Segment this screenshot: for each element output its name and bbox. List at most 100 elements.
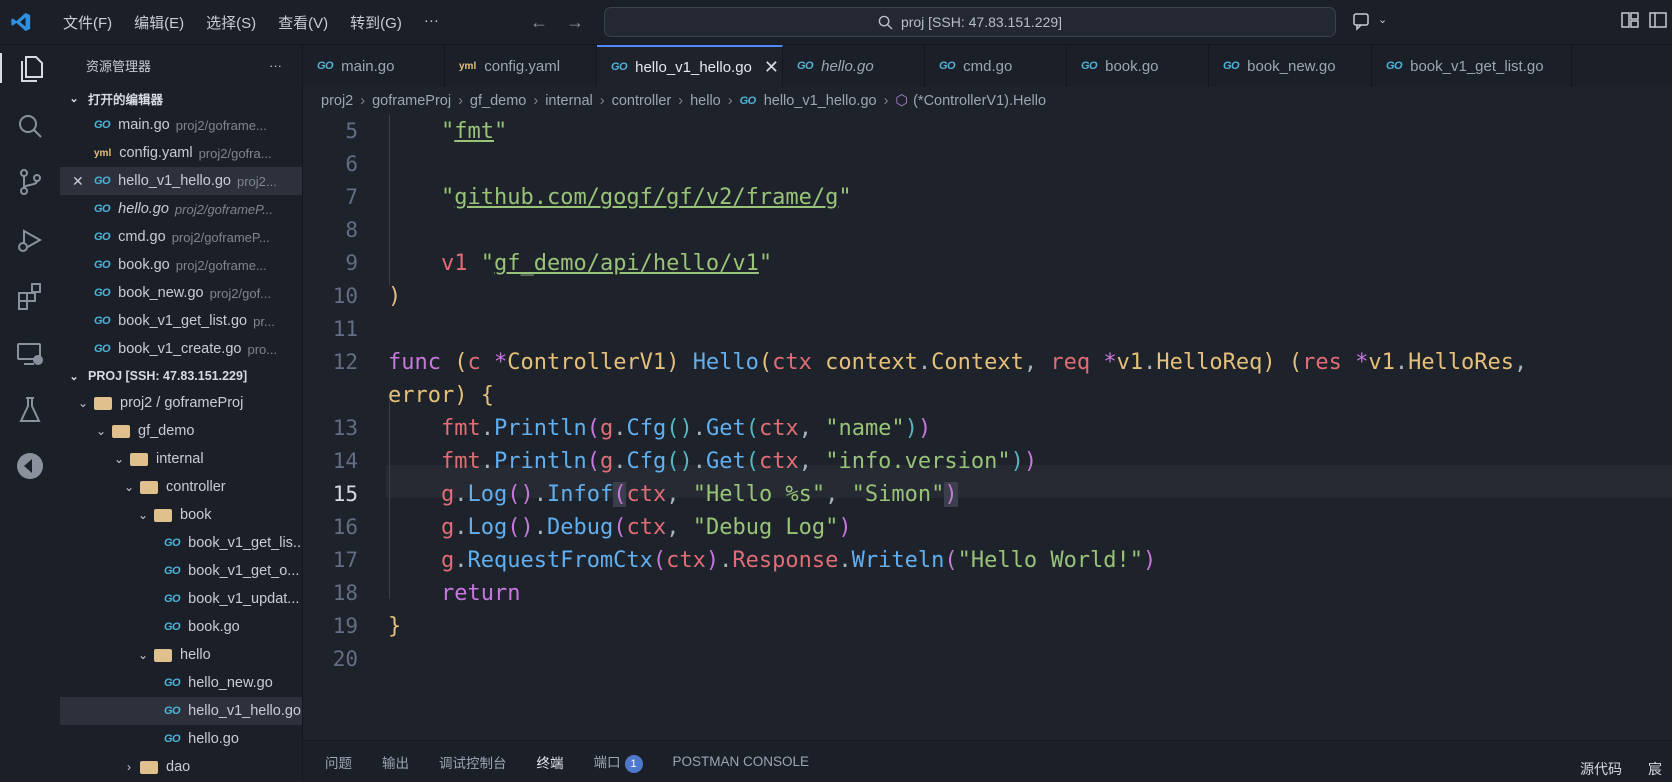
- tab-main-go[interactable]: GO main.go: [303, 45, 445, 87]
- code-editor[interactable]: 5 6 7 8 9 10 11 12 13 14 15 16 17 18 19 20 "fmt" "githu…: [303, 115, 1672, 740]
- line-number: 18: [332, 581, 358, 605]
- go-file-icon: GO: [164, 537, 181, 549]
- menu-more[interactable]: ···: [413, 12, 450, 33]
- source-control-icon[interactable]: [15, 167, 45, 197]
- breadcrumb-item[interactable]: controller: [612, 93, 672, 109]
- code-line-7: "github.com/gogf/gf/v2/frame/g": [440, 185, 852, 210]
- open-editor-item[interactable]: GO book_v1_get_list.go pr...: [60, 307, 302, 335]
- tree-folder[interactable]: ⌄ internal: [60, 445, 302, 473]
- tree-item-label: book_v1_get_lis...: [188, 535, 302, 551]
- tree-file[interactable]: GO book_v1_updat...: [60, 585, 302, 613]
- breadcrumb-item[interactable]: proj2: [321, 93, 353, 109]
- open-editor-item[interactable]: ✕ GO hello_v1_hello.go proj2...: [60, 167, 302, 195]
- command-center-label: proj [SSH: 47.83.151.229]: [900, 14, 1063, 30]
- nav-arrows: ←→: [530, 12, 602, 33]
- tab-config-yaml[interactable]: yml config.yaml: [445, 45, 597, 87]
- close-icon[interactable]: ✕: [72, 173, 84, 190]
- folder-icon: [130, 452, 148, 466]
- go-file-icon: GO: [739, 95, 757, 107]
- line-number: 6: [345, 152, 358, 176]
- copilot-icon[interactable]: [1352, 10, 1374, 32]
- menu-selection[interactable]: 选择(S): [195, 12, 267, 33]
- tree-folder[interactable]: ⌄ book: [60, 501, 302, 529]
- open-editor-item[interactable]: yml config.yaml proj2/gofra...: [60, 139, 302, 167]
- tab-hello_v1_hello-go[interactable]: GO hello_v1_hello.go ✕: [597, 45, 783, 87]
- tree-file[interactable]: GO hello_v1_hello.go: [60, 697, 302, 725]
- tab-book_new-go[interactable]: GO book_new.go: [1209, 45, 1372, 87]
- panel-tab-label: 终端: [536, 755, 564, 771]
- forward-arrow-icon[interactable]: →: [566, 12, 602, 32]
- line-number: 15: [332, 482, 358, 506]
- tree-file[interactable]: GO book.go: [60, 613, 302, 641]
- tree-folder[interactable]: ⌄ proj2 / goframeProj: [60, 389, 302, 417]
- panel-tab[interactable]: 问题: [325, 752, 352, 772]
- breadcrumb-item[interactable]: goframeProj: [372, 93, 451, 109]
- project-section[interactable]: ⌄ PROJ [SSH: 47.83.151.229]: [60, 363, 302, 389]
- search-icon[interactable]: [15, 111, 45, 141]
- go-file-icon: GO: [164, 677, 181, 689]
- open-editor-item[interactable]: GO book_new.go proj2/gof...: [60, 279, 302, 307]
- open-editors-section[interactable]: ⌄ 打开的编辑器: [60, 85, 302, 111]
- file-path: proj2/goframe...: [175, 257, 267, 273]
- folder-icon: [112, 424, 130, 438]
- panel-tab[interactable]: 调试控制台: [439, 752, 507, 772]
- tree-file[interactable]: GO book_v1_get_o...: [60, 557, 302, 585]
- command-center[interactable]: proj [SSH: 47.83.151.229]: [604, 7, 1336, 37]
- remote-explorer-icon[interactable]: [15, 339, 45, 369]
- menu-file[interactable]: 文件(F): [52, 12, 123, 33]
- chevron-down-icon[interactable]: ⌄: [1378, 13, 1387, 26]
- file-name: book_new.go: [118, 285, 204, 301]
- open-editor-item[interactable]: GO cmd.go proj2/goframeP...: [60, 223, 302, 251]
- breadcrumb-item[interactable]: (*ControllerV1).Hello: [913, 93, 1046, 109]
- line-number: 9: [345, 251, 358, 275]
- explorer-icon[interactable]: [0, 53, 58, 83]
- gitlens-icon[interactable]: [15, 451, 45, 481]
- extensions-icon[interactable]: [15, 281, 45, 311]
- open-editor-item[interactable]: GO book_v1_create.go pro...: [60, 335, 302, 363]
- file-name: main.go: [118, 117, 170, 133]
- editor-tabs: GO main.go yml config.yaml GO hello_v1_hello.…: [303, 45, 1672, 87]
- file-path: proj2/gofra...: [198, 145, 272, 161]
- layout-icon[interactable]: [1620, 10, 1640, 30]
- tab-hello-go[interactable]: GO hello.go: [783, 45, 925, 87]
- chevron-down-icon: ⌄: [95, 424, 107, 438]
- run-debug-icon[interactable]: [15, 225, 45, 255]
- chevron-down-icon: ⌄: [137, 508, 149, 522]
- tree-file[interactable]: GO book_v1_get_lis...: [60, 529, 302, 557]
- panel-tab[interactable]: POSTMAN CONSOLE: [673, 754, 810, 769]
- open-editor-item[interactable]: GO hello.go proj2/goframeP...: [60, 195, 302, 223]
- open-editor-item[interactable]: GO book.go proj2/goframe...: [60, 251, 302, 279]
- menu-edit[interactable]: 编辑(E): [123, 12, 195, 33]
- breadcrumb-item[interactable]: gf_demo: [470, 93, 526, 109]
- breadcrumb-item[interactable]: internal: [545, 93, 593, 109]
- back-arrow-icon[interactable]: ←: [530, 12, 566, 32]
- close-icon[interactable]: ✕: [764, 57, 779, 78]
- panel-toggle-icon[interactable]: [1648, 10, 1668, 30]
- more-actions-icon[interactable]: ···: [269, 58, 282, 73]
- chevron-down-icon: ⌄: [69, 370, 79, 383]
- breadcrumb-item[interactable]: hello_v1_hello.go: [764, 93, 877, 109]
- tree-folder[interactable]: ⌄ hello: [60, 641, 302, 669]
- code-line-19: }: [388, 614, 402, 639]
- tree-folder[interactable]: ⌄ controller: [60, 473, 302, 501]
- tab-book_v1_get_list-go[interactable]: GO book_v1_get_list.go: [1372, 45, 1572, 87]
- panel-tab[interactable]: 输出: [382, 752, 409, 772]
- code-line-12-wrap: error) {: [388, 383, 494, 408]
- menu-go[interactable]: 转到(G): [339, 12, 413, 33]
- tree-file[interactable]: GO hello_new.go: [60, 669, 302, 697]
- tree-folder[interactable]: › dao: [60, 753, 302, 781]
- menu-view[interactable]: 查看(V): [267, 12, 339, 33]
- tab-cmd-go[interactable]: GO cmd.go: [925, 45, 1067, 87]
- panel-tab[interactable]: 端口 1: [594, 751, 643, 773]
- panel-tab[interactable]: 终端: [537, 752, 564, 772]
- tree-file[interactable]: GO hello.go: [60, 725, 302, 753]
- go-file-icon: GO: [94, 287, 111, 299]
- tree-folder[interactable]: ⌄ gf_demo: [60, 417, 302, 445]
- open-editor-item[interactable]: GO main.go proj2/goframe...: [60, 111, 302, 139]
- tab-book-go[interactable]: GO book.go: [1067, 45, 1209, 87]
- testing-icon[interactable]: [15, 395, 45, 425]
- go-file-icon: GO: [1081, 60, 1098, 72]
- chevron-right-icon: ›: [678, 93, 684, 109]
- tab-label: book_new.go: [1247, 57, 1336, 75]
- breadcrumb-item[interactable]: hello: [690, 93, 721, 109]
